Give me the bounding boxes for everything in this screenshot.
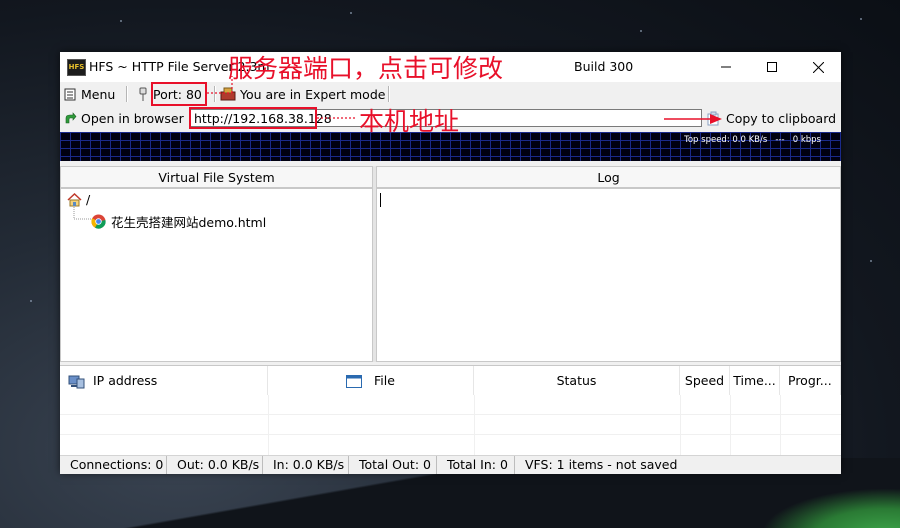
address-annotation: 本机地址 bbox=[359, 107, 460, 136]
port-annotation: 服务器端口，点击可修改 bbox=[228, 54, 504, 83]
